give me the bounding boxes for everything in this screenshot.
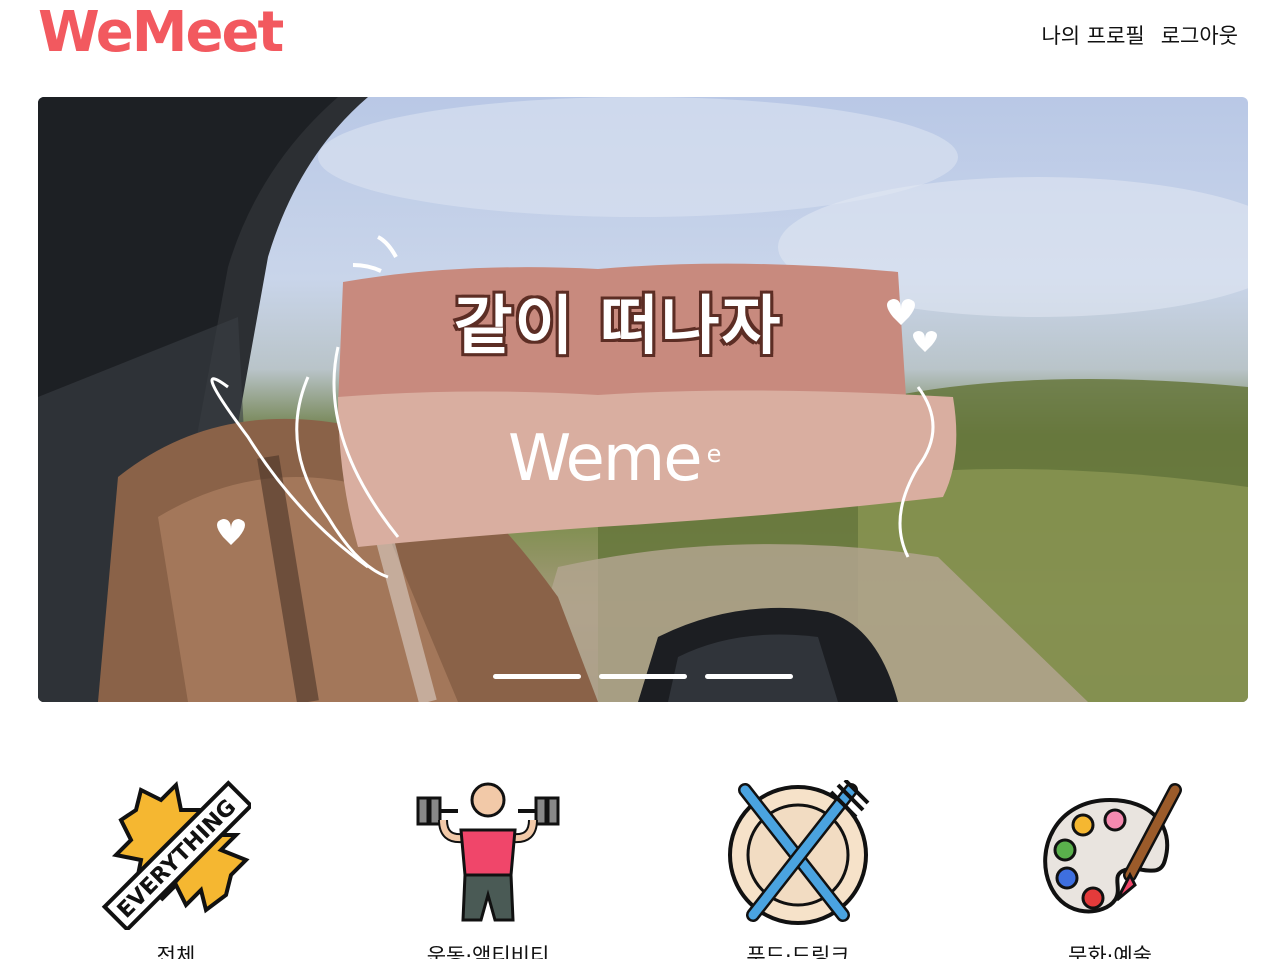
banner-subtitle: Weme e [508,422,722,496]
wemeet-logo[interactable]: WeMeet [38,0,284,66]
category-food-label: 푸드·드링크 [746,944,850,959]
hero-banner[interactable]: 같이 떠나자 Weme e [38,97,1248,702]
banner-title: 같이 떠나자 [453,290,783,364]
category-all-label: 전체 [156,944,196,959]
category-culture-label: 문화·예술 [1068,944,1152,959]
paint-palette-icon [1043,783,1182,914]
logout-link[interactable]: 로그아웃 [1161,20,1238,50]
hero-background-illustration [38,97,1248,702]
dumbbell-workout-icon [416,782,560,922]
everything-badge-icon: EVERYTHING [101,780,254,933]
carousel-dot-2[interactable] [599,674,687,679]
category-food[interactable]: 푸드·드링크 [678,778,918,959]
my-profile-link[interactable]: 나의 프로필 [1041,20,1144,50]
category-list: EVERYTHING 전체 운동·액티비티 푸드·드링크 문화·예술 [0,778,1286,959]
category-culture[interactable]: 문화·예술 [990,780,1230,959]
top-nav: 나의 프로필 로그아웃 [1041,20,1238,50]
carousel-dot-3[interactable] [705,674,793,679]
carousel-indicators [493,674,793,679]
carousel-dot-1[interactable] [493,674,581,679]
fork-knife-plate-icon [728,778,870,925]
category-sports[interactable]: 운동·액티비티 [368,780,608,959]
category-all[interactable]: EVERYTHING 전체 [56,780,296,959]
category-sports-label: 운동·액티비티 [426,944,550,959]
